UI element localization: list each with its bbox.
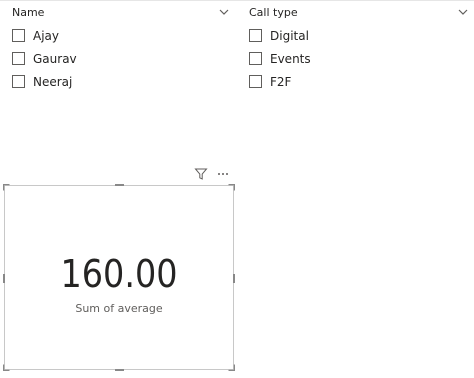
checkbox[interactable]	[249, 29, 262, 42]
slicer-header[interactable]: Name	[12, 5, 232, 21]
visual-header	[194, 167, 234, 181]
slicer-header[interactable]: Call type	[249, 5, 471, 21]
canvas-top-border	[0, 0, 474, 4]
resize-handle-bottom[interactable]	[115, 369, 124, 371]
chevron-down-icon[interactable]	[218, 6, 230, 18]
resize-handle-bottom-left[interactable]	[3, 364, 10, 371]
slicer-item-list: Digital Events F2F	[249, 24, 471, 93]
more-options-icon[interactable]	[216, 167, 230, 181]
checkbox[interactable]	[249, 52, 262, 65]
checkbox[interactable]	[249, 75, 262, 88]
slicer-title: Call type	[249, 6, 298, 19]
card-label: Sum of average	[75, 302, 163, 315]
resize-handle-top-left[interactable]	[3, 184, 10, 191]
resize-handle-right[interactable]	[233, 274, 235, 283]
chevron-down-icon[interactable]	[457, 6, 469, 18]
slicer-item-label: Gaurav	[33, 51, 77, 66]
slicer-item-label: Ajay	[33, 28, 59, 43]
resize-handle-top-right[interactable]	[228, 184, 235, 191]
resize-handle-top[interactable]	[115, 184, 124, 186]
slicer-item-list: Ajay Gaurav Neeraj	[12, 24, 232, 93]
card-visual[interactable]: 160.00 Sum of average	[3, 184, 235, 371]
slicer-item-label: F2F	[270, 74, 292, 89]
slicer-item-neeraj[interactable]: Neeraj	[12, 70, 232, 93]
checkbox[interactable]	[12, 29, 25, 42]
checkbox[interactable]	[12, 52, 25, 65]
slicer-item-label: Events	[270, 51, 311, 66]
slicer-title: Name	[12, 6, 45, 19]
slicer-item-label: Digital	[270, 28, 309, 43]
slicer-item-events[interactable]: Events	[249, 47, 471, 70]
checkbox[interactable]	[12, 75, 25, 88]
slicer-item-f2f[interactable]: F2F	[249, 70, 471, 93]
slicer-call-type[interactable]: Call type Digital Events F2F	[249, 5, 471, 93]
report-canvas: Name Ajay Gaurav Neeraj Call type Digita…	[0, 0, 474, 378]
slicer-name[interactable]: Name Ajay Gaurav Neeraj	[12, 5, 232, 93]
card-value: 160.00	[60, 252, 178, 296]
resize-handle-bottom-right[interactable]	[228, 364, 235, 371]
slicer-item-digital[interactable]: Digital	[249, 24, 471, 47]
slicer-item-label: Neeraj	[33, 74, 73, 89]
filter-icon[interactable]	[194, 167, 208, 181]
slicer-item-gaurav[interactable]: Gaurav	[12, 47, 232, 70]
resize-handle-left[interactable]	[3, 274, 5, 283]
slicer-item-ajay[interactable]: Ajay	[12, 24, 232, 47]
